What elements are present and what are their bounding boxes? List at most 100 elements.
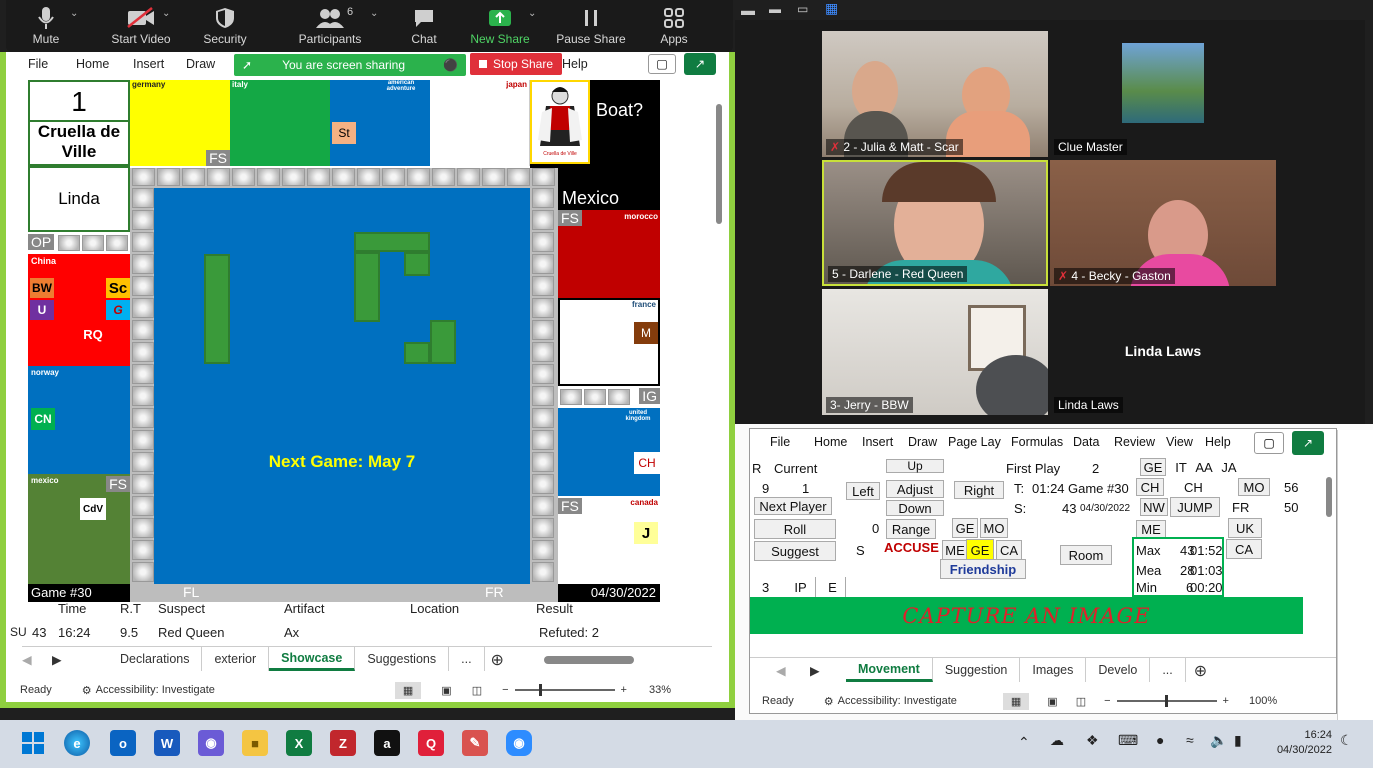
ge-option-button[interactable]: GE	[952, 518, 978, 538]
me-option-button[interactable]: ME	[942, 540, 968, 560]
apps-button[interactable]: Apps	[652, 4, 696, 46]
country-france[interactable]: france M	[558, 298, 660, 386]
page-break-icon[interactable]: ◫	[1076, 695, 1086, 708]
country-american-adventure[interactable]: american adventure St	[330, 80, 430, 166]
menu-help[interactable]: Help	[562, 57, 588, 71]
video-tile[interactable]: ✗ 2 - Julia & Matt - Scar	[822, 31, 1048, 157]
comments-button[interactable]: ▢	[648, 54, 676, 74]
normal-view-icon[interactable]: ▦	[394, 681, 422, 699]
vertical-scrollbar[interactable]	[714, 82, 724, 642]
tab-declarations[interactable]: Declarations	[108, 647, 203, 671]
tab-images[interactable]: Images	[1020, 658, 1087, 682]
menu-home[interactable]: Home	[76, 57, 109, 71]
country-united-kingdom[interactable]: united kingdom CH	[558, 408, 660, 496]
wifi-icon[interactable]: ≈	[1186, 732, 1194, 748]
zoom-level[interactable]: 100%	[1249, 695, 1277, 707]
ca-button[interactable]: CA	[1226, 539, 1262, 559]
stop-share-button[interactable]: Stop Share	[470, 53, 562, 75]
tab-showcase[interactable]: Showcase	[269, 647, 356, 671]
zoom-out-icon[interactable]: −	[502, 684, 508, 696]
table-cell[interactable]: 43	[32, 625, 46, 640]
chevron-down-icon[interactable]: ⌄	[162, 8, 170, 19]
ge-button[interactable]: GE	[1140, 458, 1166, 476]
participants-button[interactable]: 6 Participants	[289, 4, 371, 46]
roll-button[interactable]: Roll	[754, 519, 836, 539]
mo-button[interactable]: MO	[1238, 478, 1270, 496]
keyboard-icon[interactable]: ⌨	[1118, 732, 1138, 749]
accessibility-status[interactable]: Accessibility: Investigate	[96, 684, 215, 696]
share-button[interactable]: ↗	[1292, 431, 1324, 455]
notification-icon[interactable]: ☾	[1340, 732, 1353, 749]
friendship-button[interactable]: Friendship	[940, 559, 1026, 579]
edge-icon[interactable]: e	[64, 730, 90, 756]
cloud-off-icon[interactable]: ☁	[1050, 732, 1064, 749]
zoom-in-icon[interactable]: +	[621, 684, 627, 696]
ge-selected-button[interactable]: GE	[966, 539, 994, 561]
comments-button[interactable]: ▢	[1254, 432, 1284, 454]
tab-exterior[interactable]: exterior	[202, 647, 270, 671]
amazon-icon[interactable]: a	[374, 730, 400, 756]
battery-icon[interactable]: ▮	[1234, 732, 1242, 749]
country-canada[interactable]: FS canada J	[558, 496, 660, 584]
speaker-view-icon[interactable]: ▬	[769, 2, 781, 16]
new-share-button[interactable]: New Share	[468, 4, 532, 46]
mute-button[interactable]: Mute	[20, 4, 72, 46]
table-cell[interactable]: 16:24	[58, 625, 91, 640]
range-button[interactable]: Range	[886, 519, 936, 539]
menu-file[interactable]: File	[28, 57, 48, 71]
zoom-in-icon[interactable]: +	[1223, 695, 1229, 707]
country-germany[interactable]: germany FS	[130, 80, 230, 166]
country-morocco[interactable]: FS morocco	[558, 210, 660, 298]
share-button[interactable]: ↗	[684, 53, 716, 75]
menu-draw[interactable]: Draw	[186, 57, 215, 71]
e-button[interactable]: E	[820, 577, 846, 597]
up-button[interactable]: Up	[886, 459, 944, 473]
video-tile-active-speaker[interactable]: 5 - Darlene - Red Queen	[822, 160, 1048, 286]
suggest-button[interactable]: Suggest	[754, 541, 836, 561]
ca-option-button[interactable]: CA	[996, 540, 1022, 560]
country-china[interactable]: China BW Sc U G RQ	[28, 254, 130, 366]
me-button[interactable]: ME	[1136, 520, 1166, 538]
video-tile[interactable]: 3- Jerry - BBW	[822, 289, 1048, 415]
nw-button[interactable]: NW	[1140, 498, 1168, 516]
zoom-level[interactable]: 33%	[649, 684, 671, 696]
add-sheet-icon[interactable]: ⊕	[491, 647, 504, 672]
app-icon[interactable]: ◉	[198, 730, 224, 756]
zoom-out-icon[interactable]: −	[1104, 695, 1110, 707]
table-cell[interactable]: Refuted: 2	[539, 625, 599, 640]
adjust-button[interactable]: Adjust	[886, 480, 944, 498]
tab-more[interactable]: ...	[449, 647, 485, 671]
ch-button[interactable]: CH	[1136, 478, 1164, 496]
menu-home[interactable]: Home	[814, 435, 847, 449]
chat-button[interactable]: Chat	[404, 4, 444, 46]
page-layout-icon[interactable]: ▣	[441, 684, 451, 697]
tab-suggestion[interactable]: Suggestion	[933, 658, 1021, 682]
vertical-scrollbar[interactable]	[1324, 459, 1334, 655]
excel-icon[interactable]: X	[286, 730, 312, 756]
dropbox-icon[interactable]: ❖	[1086, 732, 1099, 749]
zoom-slider[interactable]	[514, 684, 615, 696]
video-tile[interactable]: Linda Laws Linda Laws	[1050, 289, 1276, 415]
minimize-icon[interactable]: ▬	[741, 2, 755, 18]
add-sheet-icon[interactable]: ⊕	[1194, 658, 1207, 683]
chevron-down-icon[interactable]: ⌄	[528, 8, 536, 19]
file-explorer-icon[interactable]: ■	[242, 730, 268, 756]
chevron-down-icon[interactable]: ⌄	[70, 8, 78, 19]
country-norway[interactable]: norway CN	[28, 366, 130, 474]
tab-scroll-right-icon[interactable]: ▶	[52, 647, 108, 672]
word-icon[interactable]: W	[154, 730, 180, 756]
quicken-icon[interactable]: Q	[418, 730, 444, 756]
pause-share-button[interactable]: Pause Share	[556, 4, 626, 46]
country-italy[interactable]: italy	[230, 80, 330, 166]
outlook-icon[interactable]: o	[110, 730, 136, 756]
menu-page-layout[interactable]: Page Lay	[948, 435, 1001, 449]
app2-icon[interactable]: ✎	[462, 730, 488, 756]
menu-data[interactable]: Data	[1073, 435, 1099, 449]
table-cell[interactable]: Ax	[284, 625, 299, 640]
country-japan[interactable]: japan	[430, 80, 530, 166]
ip-button[interactable]: IP	[786, 577, 816, 597]
table-cell[interactable]: Red Queen	[158, 625, 225, 640]
video-tile[interactable]: ✗ 4 - Becky - Gaston	[1050, 160, 1276, 286]
jump-button[interactable]: JUMP	[1170, 497, 1220, 517]
windows-start-icon[interactable]	[20, 730, 46, 756]
